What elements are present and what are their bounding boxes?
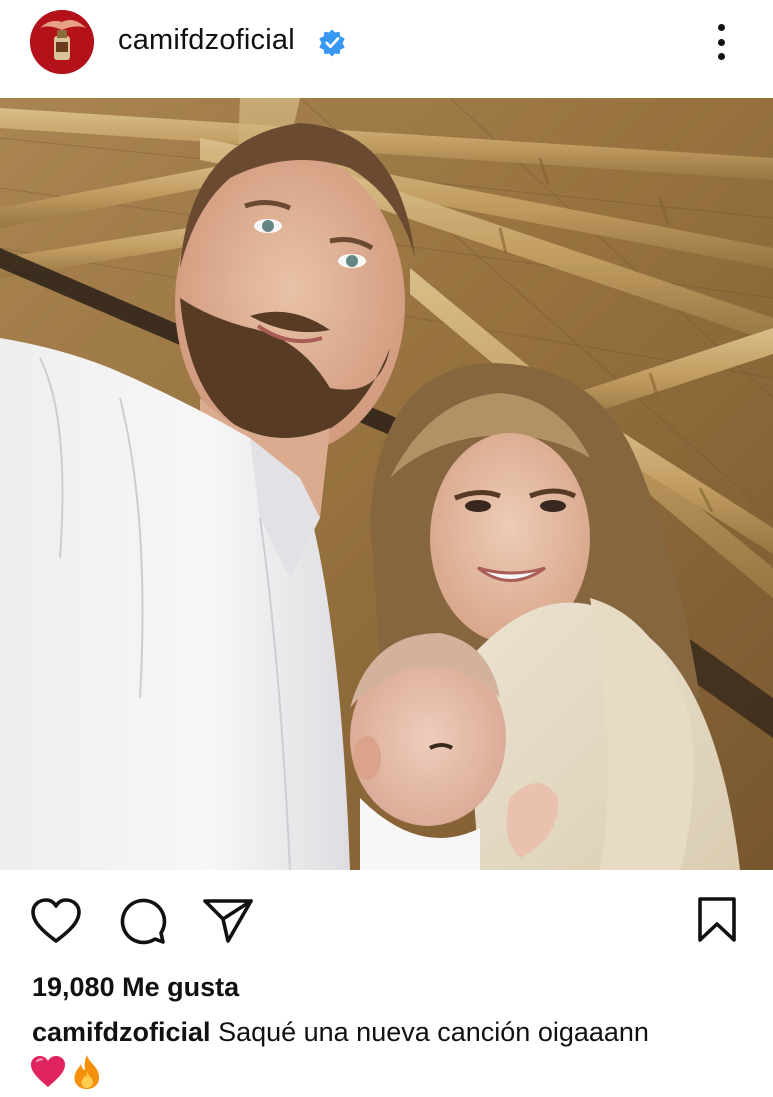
caption-username[interactable]: camifdzoficial [32, 1017, 211, 1047]
post-photo[interactable] [0, 98, 773, 870]
more-options-icon[interactable] [704, 20, 738, 64]
post-actions [0, 870, 773, 970]
post-header: camifdzoficial [0, 0, 773, 98]
caption-text: Saqué una nueva canción oigaaann [218, 1017, 649, 1047]
likes-count[interactable]: 19,080 Me gusta [32, 972, 239, 1003]
caption-emojis [30, 1052, 104, 1092]
heart-emoji [31, 1056, 65, 1087]
verified-badge-icon [319, 29, 345, 57]
bookmark-icon[interactable] [696, 896, 738, 944]
send-icon[interactable] [202, 897, 254, 945]
heart-icon[interactable] [30, 897, 82, 945]
avatar-image [30, 10, 94, 74]
avatar[interactable] [30, 10, 94, 74]
photo-image [0, 98, 773, 870]
caption: camifdzoficial Saqué una nueva canción o… [32, 1015, 752, 1049]
username[interactable]: camifdzoficial [118, 24, 295, 57]
comment-icon[interactable] [117, 897, 167, 945]
fire-emoji [74, 1055, 100, 1089]
